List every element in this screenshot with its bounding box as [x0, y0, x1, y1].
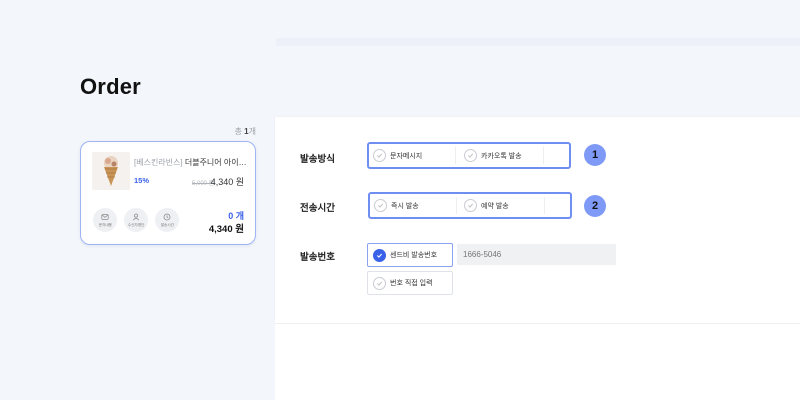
- check-circle-icon: [374, 199, 387, 212]
- option-sendbee-number[interactable]: 센드비 발송번호: [367, 243, 453, 267]
- send-time-group: 즉시 발송 예약 발송: [368, 192, 572, 219]
- option-divider: [543, 147, 544, 164]
- lower-panel: [275, 323, 800, 400]
- option-divider: [455, 147, 456, 164]
- check-circle-filled-icon: [373, 248, 386, 262]
- option-divider: [456, 197, 457, 214]
- check-circle-icon: [373, 276, 386, 290]
- message-icon: [101, 213, 109, 220]
- recipient-list-button[interactable]: 수신자명단: [124, 208, 148, 232]
- send-method-label: 발송방식: [300, 154, 335, 165]
- option-scheduled-send[interactable]: 예약 발송: [464, 197, 509, 214]
- option-kakaotalk[interactable]: 카카오톡 발송: [464, 147, 522, 164]
- option-direct-input[interactable]: 번호 직접 입력: [367, 271, 453, 295]
- send-time-label: 전송시간: [300, 203, 335, 214]
- page-title: Order: [80, 74, 141, 99]
- check-circle-icon: [373, 149, 386, 162]
- sender-phone-input[interactable]: [457, 244, 616, 265]
- option-text-message[interactable]: 문자메시지: [373, 147, 422, 164]
- check-circle-icon: [464, 199, 477, 212]
- top-strip: [276, 38, 800, 46]
- send-method-group: 문자메시지 카카오톡 발송: [367, 142, 571, 169]
- option-immediate-send[interactable]: 즉시 발송: [374, 197, 419, 214]
- check-circle-icon: [464, 149, 477, 162]
- cart-total-count: 총 1개: [234, 127, 256, 136]
- item-total-price: 4,340 원: [208, 224, 244, 235]
- sender-number-label: 발송번호: [300, 252, 335, 263]
- product-card[interactable]: [베스킨라빈스] 더블주니어 아이스... 15% 5,000 원 4,340 …: [80, 141, 256, 245]
- option-divider: [544, 197, 545, 214]
- message-content-button[interactable]: 문자내용: [93, 208, 117, 232]
- product-thumbnail: [92, 152, 130, 190]
- send-time-button[interactable]: 발송시간: [155, 208, 179, 232]
- person-icon: [132, 213, 140, 220]
- step-badge-1: 1: [584, 144, 606, 166]
- step-badge-2: 2: [584, 195, 606, 217]
- discount-rate: 15%: [134, 176, 150, 185]
- sale-price: 4,340 원: [210, 177, 244, 187]
- clock-icon: [163, 213, 171, 220]
- product-name: [베스킨라빈스] 더블주니어 아이스...: [134, 158, 252, 167]
